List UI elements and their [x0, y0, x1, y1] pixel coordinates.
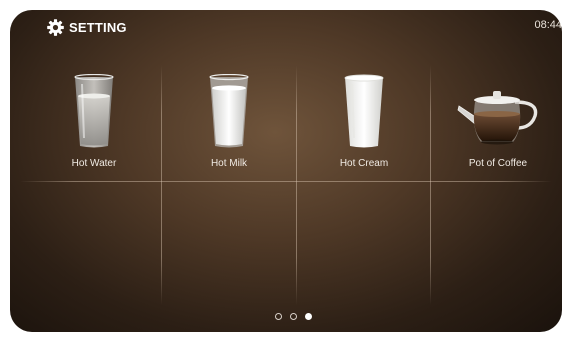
- drink-label: Hot Water: [71, 158, 117, 169]
- setting-button[interactable]: SETTING: [46, 16, 127, 38]
- drink-tile-pot-of-coffee[interactable]: Pot of Coffee: [431, 70, 562, 188]
- page-dot[interactable]: [290, 313, 297, 320]
- glass-of-milk-icon: [209, 74, 249, 148]
- glass-of-water-icon: [74, 74, 114, 148]
- drink-tile-hot-cream[interactable]: Hot Cream: [297, 70, 431, 188]
- glass-of-cream-icon: [344, 74, 384, 148]
- screen: SETTING 08:44 Hot Water Hot Milk Hot Cre…: [10, 10, 562, 332]
- top-bar: SETTING 08:44: [10, 10, 562, 44]
- coffee-pot-icon: [457, 91, 538, 145]
- drink-label: Pot of Coffee: [468, 158, 528, 169]
- page-indicator: [275, 313, 312, 320]
- drink-tile-hot-milk[interactable]: Hot Milk: [162, 70, 296, 188]
- drink-label: Hot Cream: [339, 158, 389, 169]
- device-frame: SETTING 08:44 Hot Water Hot Milk Hot Cre…: [0, 0, 573, 339]
- drink-tile-hot-water[interactable]: Hot Water: [27, 70, 161, 188]
- gear-icon: [46, 18, 65, 37]
- page-dot[interactable]: [275, 313, 282, 320]
- drink-label: Hot Milk: [210, 158, 248, 169]
- page-dot-active[interactable]: [305, 313, 312, 320]
- setting-label: SETTING: [69, 19, 127, 35]
- clock: 08:44: [534, 19, 562, 31]
